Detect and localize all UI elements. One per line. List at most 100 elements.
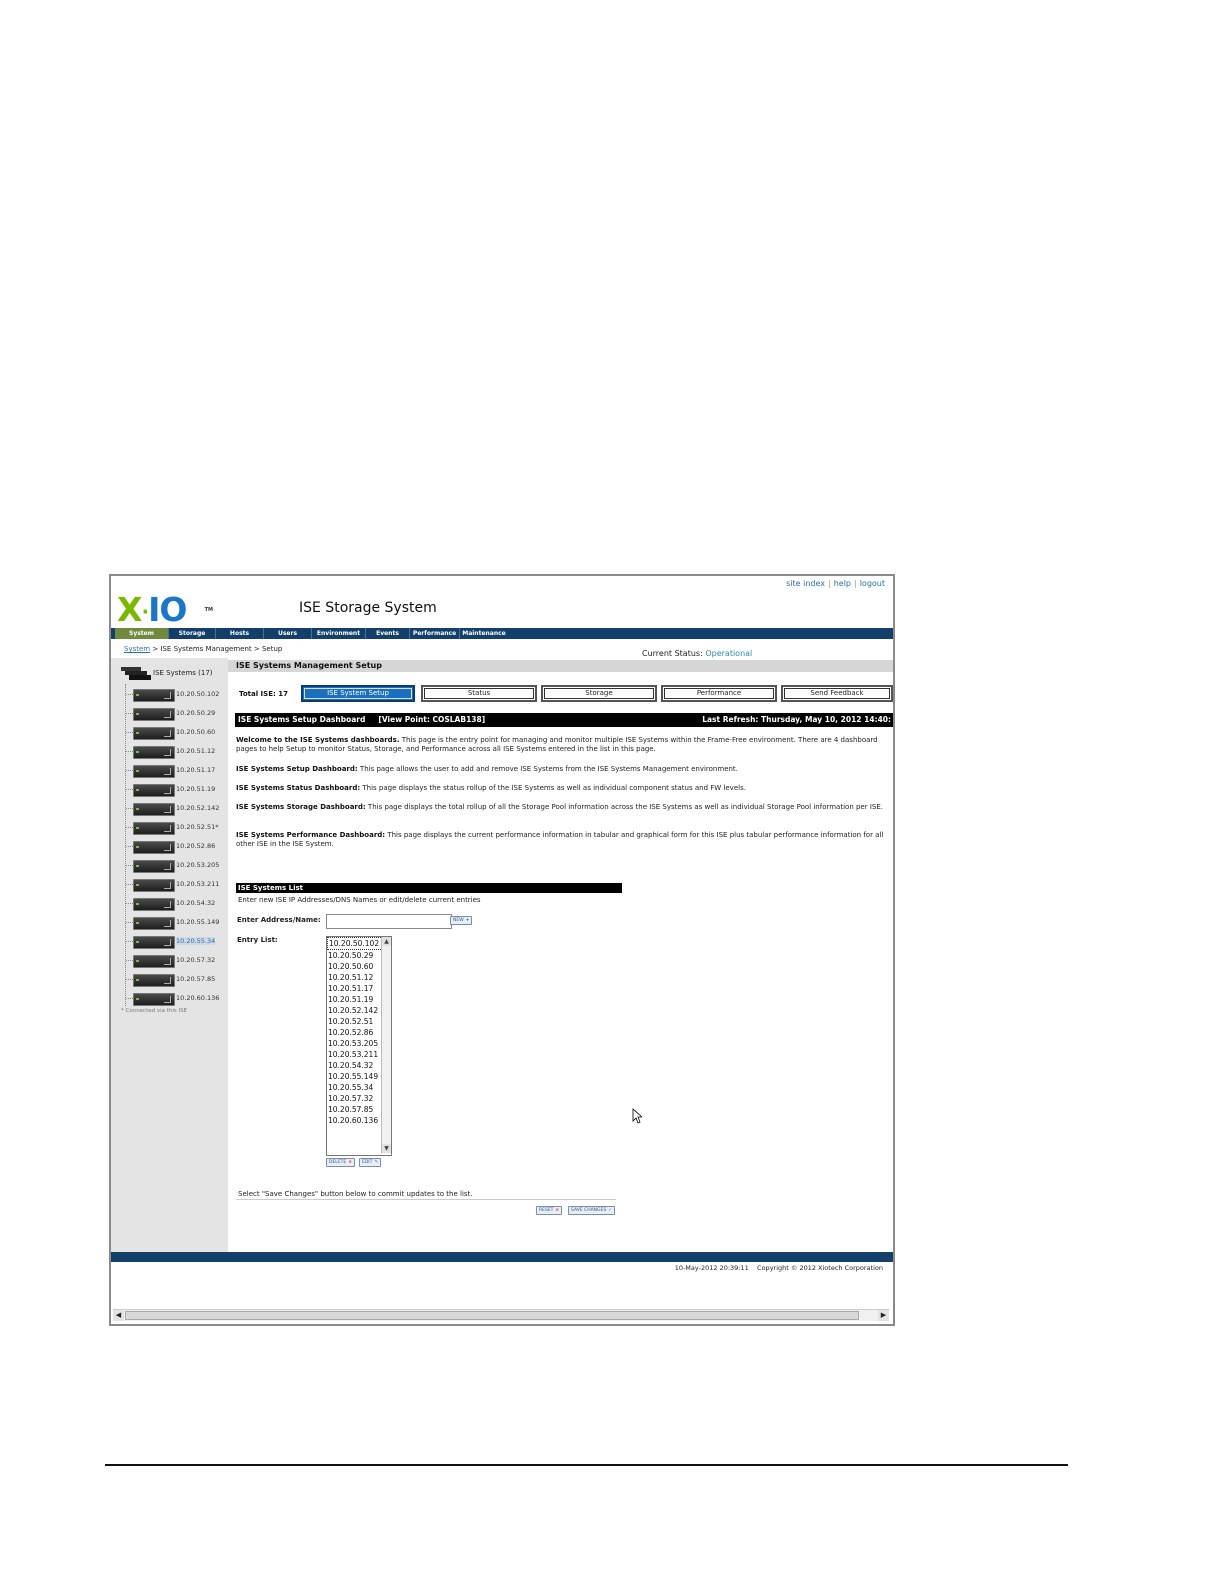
dashboard-header: ISE Systems Setup Dashboard [View Point:…: [235, 713, 893, 727]
tab-events[interactable]: Events: [366, 628, 410, 639]
ise-system-setup-button[interactable]: ISE System Setup: [301, 685, 415, 702]
tree-node-label: 10.20.50.29: [176, 709, 216, 717]
logout-link[interactable]: logout: [860, 579, 885, 588]
tree-branch-line: [126, 960, 133, 961]
link-separator: |: [854, 579, 857, 588]
logo-x: X: [117, 590, 142, 629]
close-icon: ×: [555, 1208, 560, 1213]
tree-node-label: 10.20.51.12: [176, 747, 216, 755]
top-links: site index | help | logout: [786, 579, 885, 588]
app-title: ISE Storage System: [299, 600, 437, 616]
server-icon: [133, 727, 175, 740]
address-label: Enter Address/Name:: [237, 916, 321, 924]
total-ise: Total ISE: 17: [239, 690, 288, 698]
tree-node-label: 10.20.52.51*: [176, 823, 219, 831]
tab-performance[interactable]: Performance: [410, 628, 460, 639]
footer-bar: [111, 1252, 893, 1262]
new-button-label: NEW: [453, 918, 464, 923]
help-link[interactable]: help: [834, 579, 851, 588]
browser-window: site index | help | logout X·IO TM ISE Storag…: [109, 574, 895, 1326]
tree-node-label: 10.20.57.85: [176, 975, 216, 983]
tree-node-label: 10.20.60.136: [176, 994, 220, 1002]
divider: [236, 1199, 616, 1200]
server-icon: [133, 822, 175, 835]
server-icon: [133, 879, 175, 892]
save-changes-button[interactable]: SAVE CHANGES ✓: [568, 1206, 616, 1215]
tree-footnote: * Connected via this ISE: [121, 1008, 188, 1014]
breadcrumb-system-link[interactable]: System: [124, 645, 150, 653]
performance-button[interactable]: Performance: [661, 685, 777, 702]
tree-node-label: 10.20.57.32: [176, 956, 216, 964]
entry-list-label: Entry List:: [237, 936, 278, 944]
new-button[interactable]: NEW +: [450, 916, 473, 925]
tree-node-label: 10.20.52.86: [176, 842, 216, 850]
tab-users[interactable]: Users: [264, 628, 312, 639]
horizontal-scrollbar[interactable]: ◀ ▶: [113, 1309, 889, 1321]
status-button[interactable]: Status: [421, 685, 537, 702]
status-paragraph: ISE Systems Status Dashboard: This page …: [236, 784, 888, 793]
server-icon: [133, 898, 175, 911]
site-index-link[interactable]: site index: [786, 579, 825, 588]
tab-system[interactable]: System: [115, 628, 169, 639]
tree-branch-line: [126, 846, 133, 847]
dashboard-title: ISE Systems Setup Dashboard [View Point:…: [238, 715, 486, 724]
footer-datetime: 10-May-2012 20:39:11: [674, 1264, 749, 1272]
tree-branch-line: [126, 865, 133, 866]
scroll-left-icon[interactable]: ◀: [113, 1310, 124, 1321]
button-label: Storage: [544, 688, 654, 699]
tree-branch-line: [126, 998, 133, 999]
logo-tm: TM: [204, 607, 213, 613]
delete-button[interactable]: DELETE ×: [326, 1158, 356, 1167]
tree-branch-line: [126, 713, 133, 714]
button-label: Performance: [664, 688, 774, 699]
entry-listbox[interactable]: 10.20.50.102 10.20.50.29 10.20.50.60 10.20.…: [326, 936, 392, 1156]
current-status-label: Current Status:: [642, 649, 706, 658]
tree-branch-line: [126, 884, 133, 885]
scroll-thumb[interactable]: [125, 1311, 859, 1320]
check-icon: ✓: [608, 1208, 613, 1213]
tree-node-label: 10.20.50.60: [176, 728, 216, 736]
server-icon: [133, 746, 175, 759]
tree-branch-line: [126, 770, 133, 771]
server-icon: [133, 803, 175, 816]
tree-branch-line: [126, 922, 133, 923]
button-label: ISE System Setup: [304, 688, 412, 699]
tab-hosts[interactable]: Hosts: [216, 628, 264, 639]
tab-environment[interactable]: Environment: [312, 628, 366, 639]
scroll-right-icon[interactable]: ▶: [878, 1310, 889, 1321]
list-instruction: Enter new ISE IP Addresses/DNS Names or …: [238, 896, 481, 904]
footer: 10-May-2012 20:39:11 Copyright © 2012 Xi…: [675, 1264, 883, 1272]
send-feedback-button[interactable]: Send Feedback: [781, 685, 893, 702]
main-nav: System Storage Hosts Users Environment E…: [111, 628, 893, 639]
tree-node-label: 10.20.55.149: [176, 918, 220, 926]
scroll-up-icon[interactable]: ▲: [382, 937, 391, 946]
tree-node-label: 10.20.54.32: [176, 899, 216, 907]
storage-button[interactable]: Storage: [541, 685, 657, 702]
para-text: This page allows the user to add and rem…: [357, 765, 738, 773]
tree-branch-line: [126, 903, 133, 904]
tab-maintenance[interactable]: Maintenance: [460, 628, 508, 639]
server-icon: [133, 993, 175, 1006]
tree-node-label: 10.20.52.142: [176, 804, 220, 812]
tree-branch-line: [126, 694, 133, 695]
para-text: This page displays the status rollup of …: [360, 784, 746, 792]
link-separator: |: [828, 579, 831, 588]
tree-root[interactable]: ISE Systems (17): [121, 666, 213, 680]
tree-branch-line: [126, 827, 133, 828]
reset-button-label: RESET: [539, 1208, 554, 1213]
address-input[interactable]: [326, 914, 452, 929]
para-heading: ISE Systems Status Dashboard:: [236, 784, 361, 792]
tree-root-label: ISE Systems (17): [153, 669, 213, 677]
performance-paragraph: ISE Systems Performance Dashboard: This …: [236, 831, 888, 849]
listbox-scrollbar[interactable]: ▲ ▼: [381, 937, 391, 1153]
scroll-down-icon[interactable]: ▼: [382, 1144, 391, 1153]
edit-button[interactable]: EDIT ✎: [359, 1158, 382, 1167]
breadcrumb-trail: > ISE Systems Management > Setup: [150, 645, 283, 653]
current-status: Current Status: Operational: [642, 649, 752, 658]
tab-storage[interactable]: Storage: [169, 628, 216, 639]
reset-button[interactable]: RESET ×: [536, 1206, 563, 1215]
storage-paragraph: ISE Systems Storage Dashboard: This page…: [236, 803, 888, 812]
tree-branch-line: [126, 789, 133, 790]
breadcrumb: System > ISE Systems Management > Setup: [124, 645, 282, 653]
edit-button-label: EDIT: [362, 1160, 373, 1165]
